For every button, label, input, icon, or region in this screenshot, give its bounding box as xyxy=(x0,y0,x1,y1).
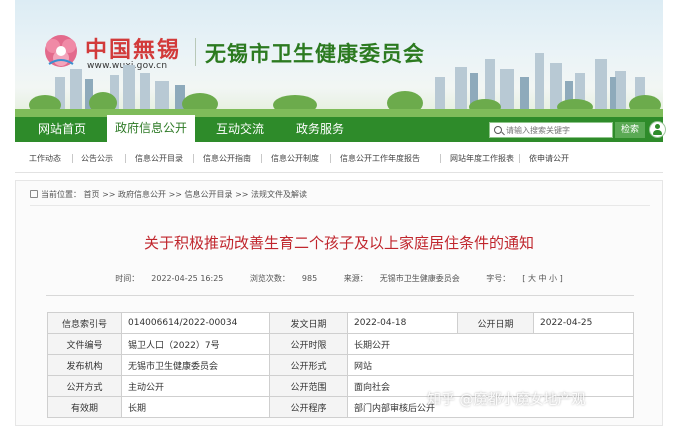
breadcrumb-separator: >> xyxy=(168,190,182,199)
city-skyline-illustration xyxy=(15,53,663,117)
issue-date-value: 2022-04-18 xyxy=(347,312,458,334)
breadcrumb-catalog[interactable]: 信息公开目录 xyxy=(185,190,233,199)
sub-nav: 工作动态 公告公示 信息公开目录 信息公开指南 信息公开制度 信息公开工作年度报… xyxy=(15,143,663,173)
subnav-separator xyxy=(519,154,520,163)
table-row: 发布机构 无锡市卫生健康委员会 公开形式 网站 xyxy=(47,354,634,376)
breadcrumb-separator: >> xyxy=(102,190,116,199)
disclosure-scope-label: 公开范围 xyxy=(269,375,348,397)
index-number-value: 014006614/2022-00034 xyxy=(121,312,270,334)
disclosure-period-value: 长期公开 xyxy=(347,333,634,355)
page: 中国無锡 www.wuxi.gov.cn 无锡市卫生健康委员会 xyxy=(0,0,678,426)
time-label: 时间： xyxy=(115,274,140,283)
breadcrumb: 当前位置： 首页 >> 政府信息公开 >> 信息公开目录 >> 法规文件及解读 xyxy=(30,189,307,200)
source-label: 来源： xyxy=(343,274,368,283)
zhihu-watermark: 知乎 @魔都小魔女地产观 xyxy=(427,392,586,408)
view-count: 985 xyxy=(301,274,318,283)
validity-label: 有效期 xyxy=(47,396,122,418)
publisher-label: 发布机构 xyxy=(47,354,122,376)
disclosure-form-value: 网站 xyxy=(347,354,634,376)
breadcrumb-divider xyxy=(30,205,650,206)
table-row: 文件编号 锡卫人口（2022）7号 公开时限 长期公开 xyxy=(47,333,634,355)
subnav-site-report[interactable]: 网站年度工作报表 xyxy=(450,153,514,164)
search-button[interactable]: 检索 xyxy=(615,122,645,138)
meta-divider xyxy=(46,295,634,296)
publish-date-value: 2022-04-25 xyxy=(533,312,634,334)
doc-number-value: 锡卫人口（2022）7号 xyxy=(121,333,270,355)
breadcrumb-laws[interactable]: 法规文件及解读 xyxy=(251,190,307,199)
breadcrumb-separator: >> xyxy=(235,190,249,199)
subnav-separator xyxy=(193,154,194,163)
disclosure-procedure-label: 公开程序 xyxy=(269,396,348,418)
subnav-apply[interactable]: 依申请公开 xyxy=(529,153,569,164)
subnav-catalog[interactable]: 信息公开目录 xyxy=(135,153,183,164)
location-icon xyxy=(30,190,38,198)
nav-services[interactable]: 政务服务 xyxy=(287,117,353,142)
issue-date-label: 发文日期 xyxy=(269,312,348,334)
publisher-value: 无锡市卫生健康委员会 xyxy=(121,354,270,376)
fontsize-switch[interactable]: [ 大 中 小 ] xyxy=(522,274,562,283)
article-meta: 时间： 2022-04-25 16:25 浏览次数： 985 来源： 无锡市卫生健康委… xyxy=(16,273,662,284)
nav-home[interactable]: 网站首页 xyxy=(29,117,95,142)
disclosure-period-label: 公开时限 xyxy=(269,333,348,355)
publish-date-label: 公开日期 xyxy=(457,312,534,334)
accessibility-icon[interactable] xyxy=(649,121,666,138)
disclosure-method-label: 公开方式 xyxy=(47,375,122,397)
site-banner: 中国無锡 www.wuxi.gov.cn 无锡市卫生健康委员会 xyxy=(15,0,663,117)
article-title: 关于积极推动改善生育二个孩子及以上家庭居住条件的通知 xyxy=(143,234,534,252)
breadcrumb-gov-info[interactable]: 政府信息公开 xyxy=(118,190,166,199)
disclosure-method-value: 主动公开 xyxy=(121,375,270,397)
article-source: 无锡市卫生健康委员会 xyxy=(379,274,460,283)
subnav-annual-report[interactable]: 信息公开工作年度报告 xyxy=(340,153,420,164)
search-box xyxy=(489,122,613,138)
fontsize-label: 字号： xyxy=(486,274,511,283)
doc-number-label: 文件编号 xyxy=(47,333,122,355)
subnav-separator xyxy=(72,154,73,163)
search-input[interactable] xyxy=(506,124,610,136)
breadcrumb-home[interactable]: 首页 xyxy=(84,190,100,199)
breadcrumb-prefix: 当前位置： xyxy=(41,190,81,199)
subnav-separator xyxy=(125,154,126,163)
subnav-separator xyxy=(440,154,441,163)
subnav-work-news[interactable]: 工作动态 xyxy=(29,153,61,164)
subnav-system[interactable]: 信息公开制度 xyxy=(271,153,319,164)
table-row: 信息索引号 014006614/2022-00034 发文日期 2022-04-… xyxy=(47,312,634,334)
main-nav: 网站首页 政府信息公开 互动交流 政务服务 检索 xyxy=(15,115,666,142)
nav-interaction[interactable]: 互动交流 xyxy=(207,117,273,142)
nav-gov-info[interactable]: 政府信息公开 xyxy=(107,115,195,142)
subnav-announcements[interactable]: 公告公示 xyxy=(81,153,113,164)
index-number-label: 信息索引号 xyxy=(47,312,122,334)
subnav-separator xyxy=(261,154,262,163)
validity-value: 长期 xyxy=(121,396,270,418)
views-label: 浏览次数： xyxy=(249,274,290,283)
disclosure-form-label: 公开形式 xyxy=(269,354,348,376)
subnav-separator xyxy=(330,154,331,163)
search-icon xyxy=(494,126,502,134)
subnav-guide[interactable]: 信息公开指南 xyxy=(203,153,251,164)
publish-time: 2022-04-25 16:25 xyxy=(151,274,224,283)
